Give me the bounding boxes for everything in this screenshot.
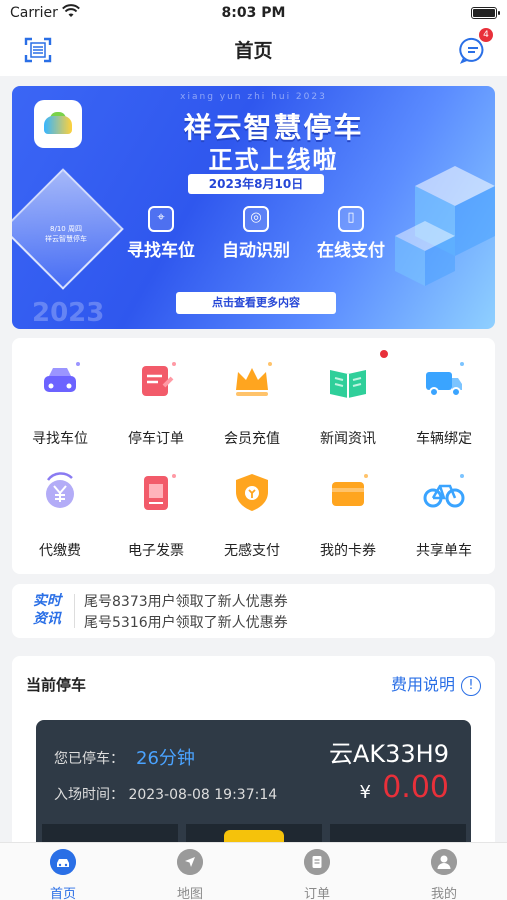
news-tag: 实时 资讯 xyxy=(28,592,66,628)
entry-time-value: 2023-08-08 19:37:14 xyxy=(128,787,278,803)
tab-map[interactable]: 地图 xyxy=(127,849,253,900)
clock: 8:03 PM xyxy=(221,5,286,21)
news-divider xyxy=(74,594,75,628)
banner-feature-label: 寻找车位 xyxy=(127,241,195,261)
bicycle-icon xyxy=(423,474,465,508)
diamond-caption-title: 祥云智慧停车 xyxy=(45,235,87,243)
shield-money-icon xyxy=(236,474,268,511)
banner-feature-find-spot: ⌖ 寻找车位 xyxy=(116,206,206,261)
tab-label: 订单 xyxy=(303,887,330,900)
banner-feature-auto-recognize: ◎ 自动识别 xyxy=(211,206,301,261)
banner-feature-label: 自动识别 xyxy=(222,241,290,261)
promo-banner[interactable]: xiang yun zhi hui 2023 祥云智慧停车 正式上线啦 2023… xyxy=(12,86,495,329)
grid-item-news[interactable]: 新闻资讯 xyxy=(300,350,396,448)
cubes-graphic xyxy=(395,166,495,286)
grid-label: 会员充值 xyxy=(224,431,280,447)
grid-label: 我的卡券 xyxy=(320,543,376,559)
message-badge: 4 xyxy=(479,28,493,42)
grid-label: 电子发票 xyxy=(128,543,184,559)
news-item[interactable]: 尾号8373用户领取了新人优惠券 xyxy=(84,591,288,611)
parking-card[interactable]: 您已停车： 26分钟 云AK33H9 入场时间： 2023-08-08 19:3… xyxy=(36,720,471,864)
banner-feature-label: 在线支付 xyxy=(317,241,385,261)
banner-tagline: xiang yun zhi hui 2023 xyxy=(180,92,327,102)
compass-icon xyxy=(177,849,203,875)
grid-item-find-spot[interactable]: 寻找车位 xyxy=(12,356,108,448)
tab-home[interactable]: 首页 xyxy=(0,849,126,900)
order-icon xyxy=(142,362,176,396)
grid-item-vehicle-binding[interactable]: 车辆绑定 xyxy=(396,356,492,448)
banner-year: 2023 xyxy=(32,298,105,328)
grid-item-proxy-payment[interactable]: 代缴费 xyxy=(12,468,108,560)
car-icon xyxy=(44,362,80,392)
news-tag-line: 实时 xyxy=(33,593,61,609)
status-bar: Carrier 8:03 PM xyxy=(0,0,507,28)
currency-symbol: ¥ xyxy=(359,782,371,803)
grid-label: 车辆绑定 xyxy=(416,431,472,447)
car-home-icon xyxy=(50,849,76,875)
crown-icon xyxy=(236,362,272,396)
parking-fee-amount: 0.00 xyxy=(382,770,449,805)
globe-icon: ◎ xyxy=(243,206,269,232)
grid-item-my-coupons[interactable]: 我的卡券 xyxy=(300,468,396,560)
invoice-icon xyxy=(144,474,176,510)
grid-item-contactless-pay[interactable]: 无感支付 xyxy=(204,468,300,560)
section-title: 当前停车 xyxy=(26,676,87,694)
grid-label: 代缴费 xyxy=(39,543,81,559)
banner-feature-online-pay: ▯ 在线支付 xyxy=(306,206,396,261)
phone-icon: ▯ xyxy=(338,206,364,232)
tab-mine[interactable]: 我的 xyxy=(381,849,507,900)
navigation-bar: 首页 4 xyxy=(0,28,507,76)
license-plate: 云AK33H9 xyxy=(328,740,449,768)
banner-date: 2023年8月10日 xyxy=(188,174,324,194)
bottom-tab-bar: 首页 地图 订单 我的 xyxy=(0,842,507,900)
wallet-icon xyxy=(332,474,368,506)
grid-label: 寻找车位 xyxy=(32,431,88,447)
entry-time-label: 入场时间： xyxy=(54,787,124,803)
tab-label: 地图 xyxy=(176,887,203,900)
book-icon xyxy=(330,370,366,398)
grid-label: 新闻资讯 xyxy=(320,431,376,447)
entry-time: 入场时间： 2023-08-08 19:37:14 xyxy=(54,784,277,804)
diamond-caption-date: 8/10 周四 xyxy=(50,225,82,233)
parked-duration-label: 您已停车： xyxy=(54,751,124,767)
tab-label: 我的 xyxy=(430,887,457,900)
info-icon: ! xyxy=(461,676,481,696)
parked-duration-value: 26分钟 xyxy=(136,748,195,769)
truck-icon xyxy=(426,362,464,397)
grid-label: 共享单车 xyxy=(416,543,472,559)
feature-grid: 寻找车位 停车订单 会员充值 新闻资讯 车辆绑定 代缴费 电子发票 无感支付 我… xyxy=(12,338,495,574)
fee-info-link[interactable]: 费用说明! xyxy=(391,671,481,696)
tab-label: 首页 xyxy=(49,887,76,900)
diamond-caption: 8/10 周四 祥云智慧停车 xyxy=(36,224,96,244)
news-tag-line: 资讯 xyxy=(33,611,61,627)
page-title: 首页 xyxy=(234,40,273,62)
news-unread-dot xyxy=(380,350,388,358)
grid-item-e-invoice[interactable]: 电子发票 xyxy=(108,468,204,560)
news-ticker[interactable]: 实时 资讯 尾号8373用户领取了新人优惠券 尾号5316用户领取了新人优惠券 xyxy=(12,584,495,638)
grid-label: 停车订单 xyxy=(128,431,184,447)
order-list-icon xyxy=(304,849,330,875)
battery-icon xyxy=(471,7,500,19)
news-item[interactable]: 尾号5316用户领取了新人优惠券 xyxy=(84,612,288,632)
grid-item-parking-orders[interactable]: 停车订单 xyxy=(108,356,204,448)
tab-orders[interactable]: 订单 xyxy=(254,849,380,900)
fee-info-label: 费用说明 xyxy=(390,675,455,694)
grid-label: 无感支付 xyxy=(224,543,280,559)
grid-item-shared-bike[interactable]: 共享单车 xyxy=(396,468,492,560)
view-more-button[interactable]: 点击查看更多内容 xyxy=(176,292,336,314)
current-parking-section: 当前停车 费用说明! 您已停车： 26分钟 云AK33H9 入场时间： 2023… xyxy=(12,656,495,864)
location-pin-icon: ⌖ xyxy=(148,206,174,232)
user-icon xyxy=(431,849,457,875)
grid-item-member-recharge[interactable]: 会员充值 xyxy=(204,356,300,448)
yuan-coin-icon xyxy=(46,472,74,508)
